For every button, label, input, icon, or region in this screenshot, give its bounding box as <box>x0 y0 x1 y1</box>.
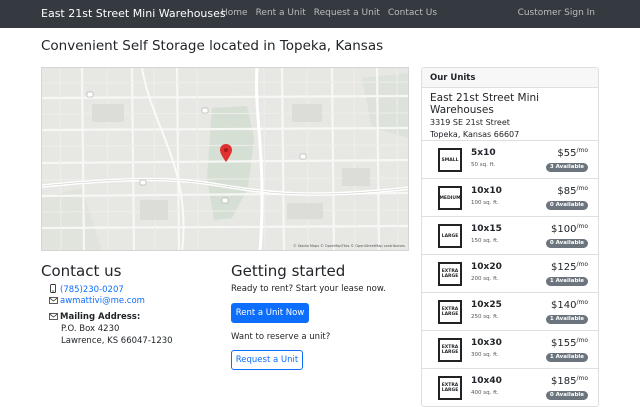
mailing-address-row: Mailing Address: <box>48 312 140 322</box>
unit-square-feet: 50 sq. ft. <box>471 162 496 168</box>
facility-info: East 21st Street Mini Warehouses 3319 SE… <box>422 88 598 141</box>
phone-icon <box>48 284 58 295</box>
unit-square-feet: 200 sq. ft. <box>471 276 499 282</box>
top-navbar: East 21st Street Mini Warehouses Home Re… <box>0 0 640 28</box>
unit-dimensions: 10x10 <box>471 186 502 196</box>
getting-started-heading: Getting started <box>231 262 346 280</box>
unit-size-icon: EXTRA LARGE <box>438 300 462 324</box>
unit-size-icon: EXTRA LARGE <box>438 262 462 286</box>
unit-dimensions: 5x10 <box>471 148 496 158</box>
unit-dimensions: 10x40 <box>471 376 502 386</box>
unit-size-icon: MEDIUM <box>438 186 462 210</box>
unit-row[interactable]: MEDIUM 10x10 100 sq. ft. $85/mo 0 Availa… <box>422 179 598 217</box>
availability-badge: 0 Available <box>545 239 588 248</box>
unit-size-icon: EXTRA LARGE <box>438 338 462 362</box>
nav-rent-a-unit[interactable]: Rent a Unit <box>256 8 306 18</box>
unit-square-feet: 250 sq. ft. <box>471 314 499 320</box>
mailing-address-label: Mailing Address: <box>60 312 141 322</box>
address-line-2: Lawrence, KS 66047-1230 <box>61 336 173 346</box>
unit-dimensions: 10x30 <box>471 338 502 348</box>
units-card-header: Our Units <box>422 68 598 88</box>
map-attribution[interactable]: © Stadia Maps © OpenMapTiles © OpenStree… <box>293 244 405 248</box>
units-card: Our Units East 21st Street Mini Warehous… <box>421 67 599 407</box>
unit-price: $155/mo <box>551 337 588 349</box>
unit-size-icon: SMALL <box>438 148 462 172</box>
unit-size-icon: LARGE <box>438 224 462 248</box>
unit-square-feet: 300 sq. ft. <box>471 352 499 358</box>
unit-square-feet: 150 sq. ft. <box>471 238 499 244</box>
unit-price: $185/mo <box>551 375 588 387</box>
request-unit-button[interactable]: Request a Unit <box>231 350 303 370</box>
mail-icon <box>48 312 58 322</box>
customer-sign-in-link[interactable]: Customer Sign In <box>518 8 595 18</box>
unit-price: $140/mo <box>551 299 588 311</box>
phone-link[interactable]: (785)230-0207 <box>60 285 124 295</box>
unit-size-icon: EXTRA LARGE <box>438 376 462 400</box>
unit-row[interactable]: LARGE 10x15 150 sq. ft. $100/mo 0 Availa… <box>422 217 598 255</box>
unit-price: $100/mo <box>551 223 588 235</box>
facility-street: 3319 SE 21st Street <box>430 118 510 127</box>
rent-prompt: Ready to rent? Start your lease now. <box>231 284 386 294</box>
page-title: Convenient Self Storage located in Topek… <box>41 38 384 54</box>
availability-badge: 1 Available <box>545 315 588 324</box>
contact-heading: Contact us <box>41 262 122 280</box>
reserve-prompt: Want to reserve a unit? <box>231 332 331 342</box>
unit-row[interactable]: SMALL 5x10 50 sq. ft. $55/mo 3 Available <box>422 141 598 179</box>
nav-links: Home Rent a Unit Request a Unit Contact … <box>221 8 445 18</box>
nav-request-a-unit[interactable]: Request a Unit <box>314 8 380 18</box>
brand-link[interactable]: East 21st Street Mini Warehouses <box>41 7 226 20</box>
facility-name: East 21st Street Mini Warehouses <box>430 92 540 116</box>
availability-badge: 1 Available <box>545 277 588 286</box>
availability-badge: 0 Available <box>545 201 588 210</box>
unit-row[interactable]: EXTRA LARGE 10x25 250 sq. ft. $140/mo 1 … <box>422 293 598 331</box>
availability-badge: 1 Available <box>545 353 588 362</box>
phone-row: (785)230-0207 <box>48 284 124 295</box>
unit-dimensions: 10x20 <box>471 262 502 272</box>
availability-badge: 0 Available <box>545 391 588 400</box>
unit-row[interactable]: EXTRA LARGE 10x20 200 sq. ft. $125/mo 1 … <box>422 255 598 293</box>
location-map[interactable]: © Stadia Maps © OpenMapTiles © OpenStree… <box>41 67 409 251</box>
unit-dimensions: 10x15 <box>471 224 502 234</box>
unit-price: $55/mo <box>557 147 588 159</box>
unit-dimensions: 10x25 <box>471 300 502 310</box>
unit-square-feet: 400 sq. ft. <box>471 390 499 396</box>
unit-price: $85/mo <box>557 185 588 197</box>
unit-row[interactable]: EXTRA LARGE 10x30 300 sq. ft. $155/mo 1 … <box>422 331 598 369</box>
nav-contact-us[interactable]: Contact Us <box>388 8 437 18</box>
unit-row[interactable]: EXTRA LARGE 10x40 400 sq. ft. $185/mo 0 … <box>422 369 598 406</box>
facility-city: Topeka, Kansas 66607 <box>430 130 520 139</box>
envelope-icon <box>48 296 58 306</box>
unit-price: $125/mo <box>551 261 588 273</box>
map-pin-icon[interactable] <box>220 144 232 162</box>
nav-home[interactable]: Home <box>221 8 248 18</box>
unit-square-feet: 100 sq. ft. <box>471 200 499 206</box>
rent-unit-now-button[interactable]: Rent a Unit Now <box>231 303 309 323</box>
email-row: awmattivi@me.com <box>48 296 145 306</box>
address-line-1: P.O. Box 4230 <box>61 324 120 334</box>
availability-badge: 3 Available <box>545 163 588 172</box>
email-link[interactable]: awmattivi@me.com <box>60 296 145 306</box>
